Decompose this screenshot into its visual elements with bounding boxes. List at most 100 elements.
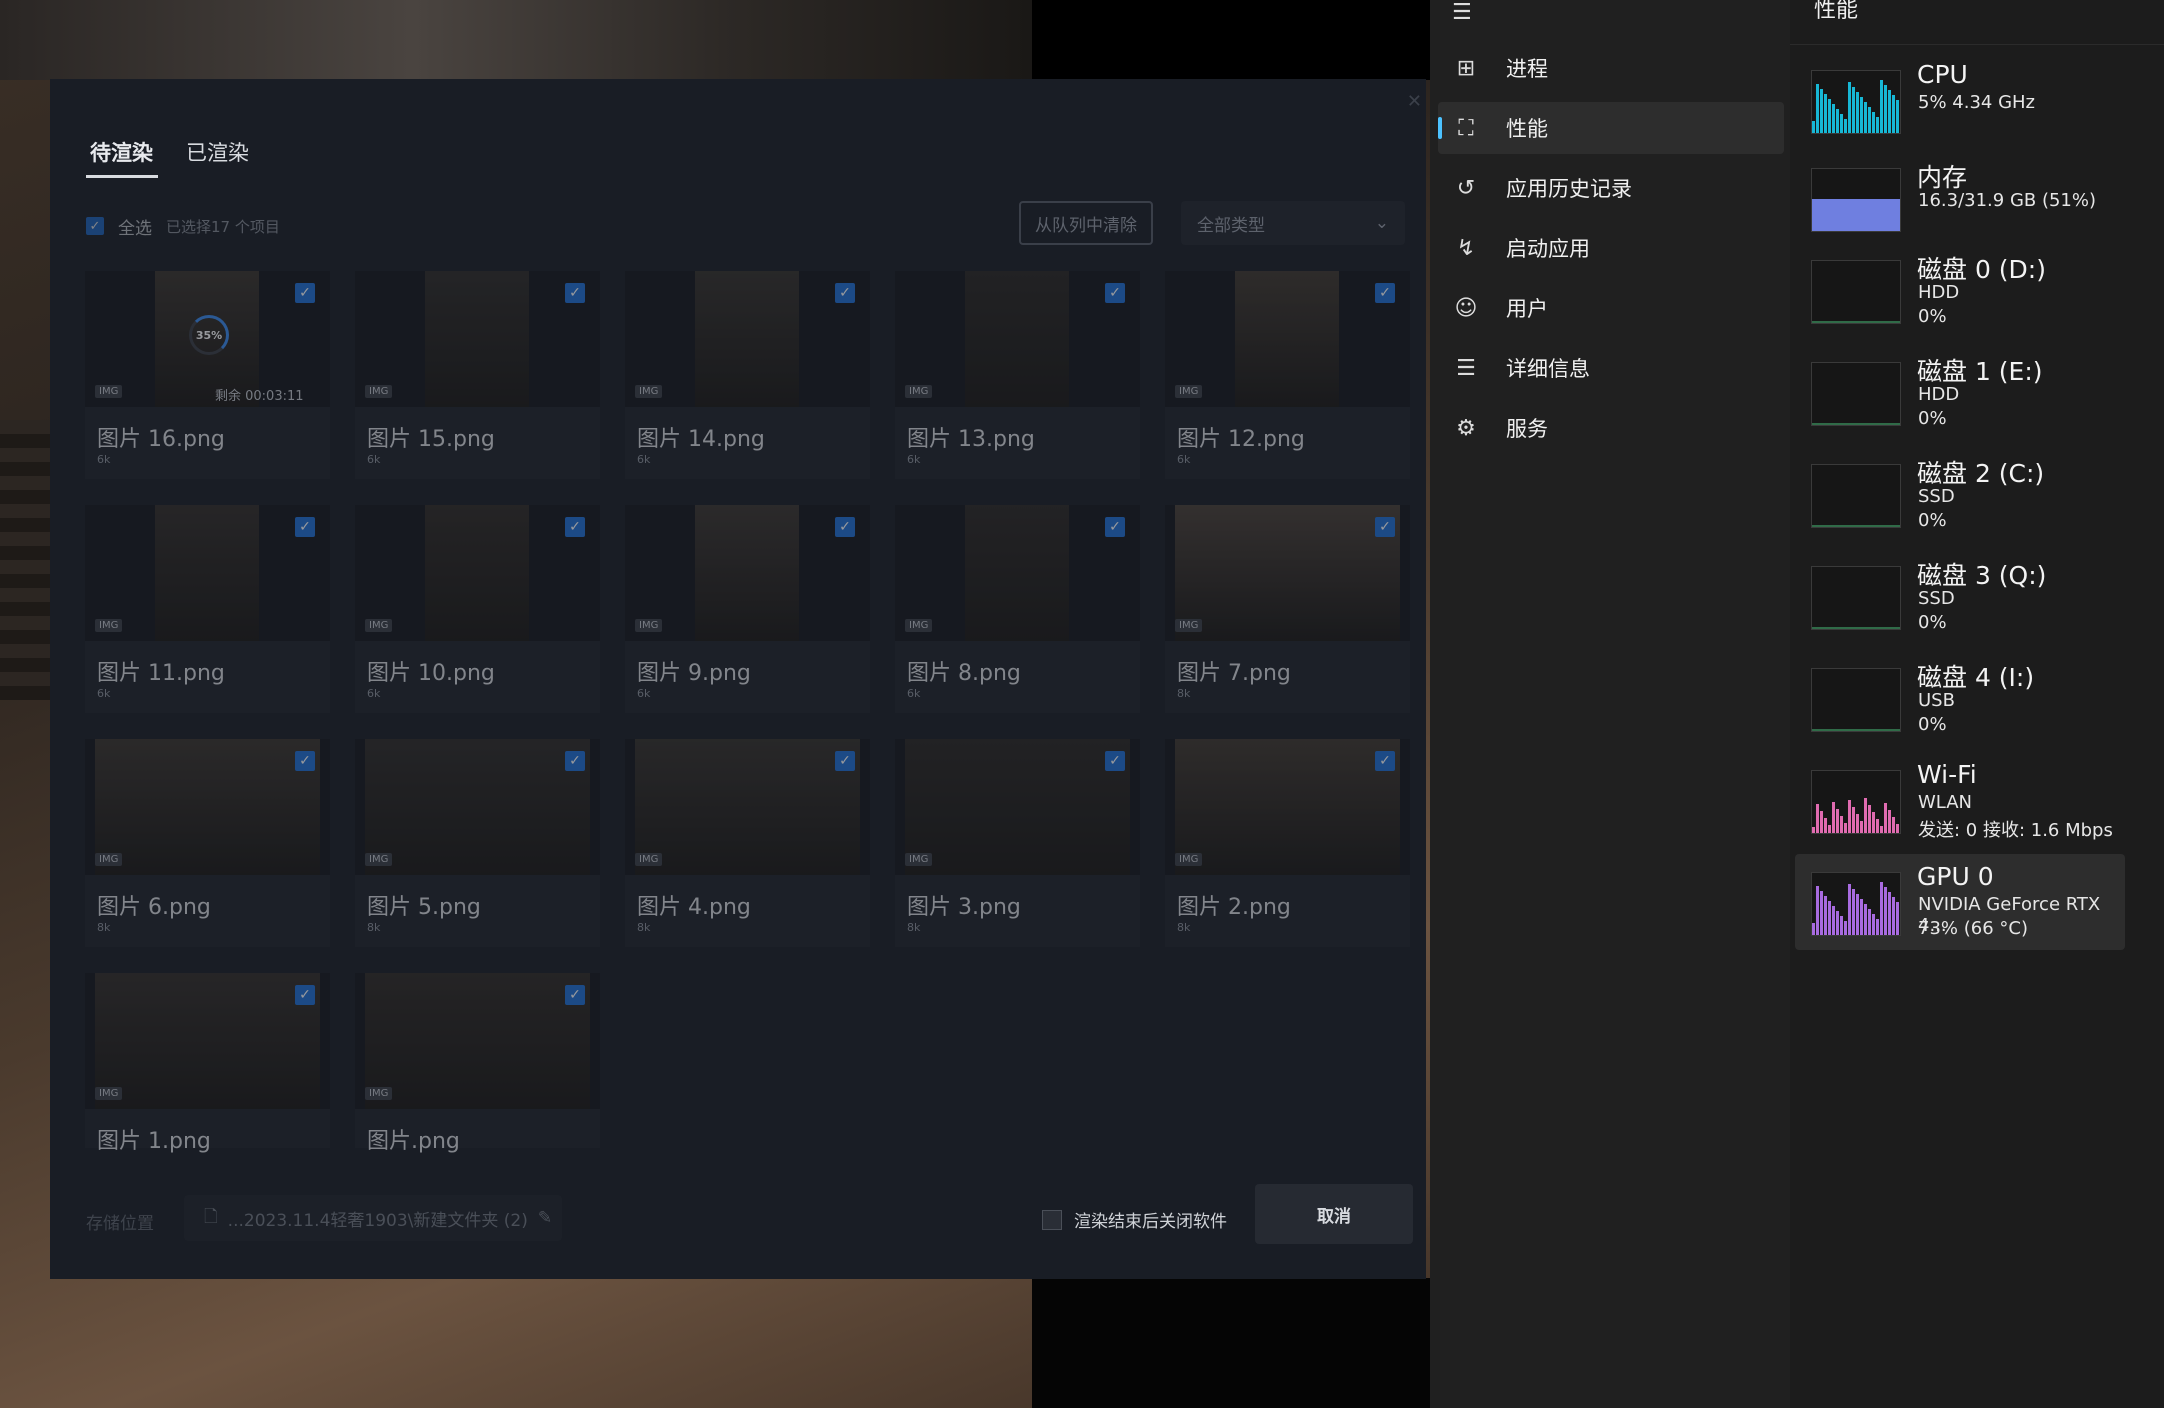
perf-detail: HDD bbox=[1918, 384, 1960, 405]
render-item-card[interactable]: IMG ✓ 图片 4.png 8k bbox=[625, 739, 870, 947]
render-item-card[interactable]: IMG ✓ 图片 8.png 6k bbox=[895, 505, 1140, 713]
perf-item[interactable]: 磁盘 3 (Q:) SSD 0% bbox=[1795, 548, 2125, 644]
graph-frame bbox=[1811, 566, 1901, 630]
close-after-render-checkbox[interactable] bbox=[1042, 1209, 1062, 1230]
item-checkbox[interactable]: ✓ bbox=[835, 751, 855, 771]
item-checkbox[interactable]: ✓ bbox=[1375, 517, 1395, 537]
perf-detail: SSD bbox=[1918, 588, 1955, 609]
render-item-card[interactable]: IMG ✓ 35% 剩余 00:03:11 图片 16.png 6k bbox=[85, 271, 330, 479]
render-item-card[interactable]: IMG ✓ 图片 15.png 6k bbox=[355, 271, 600, 479]
graph-frame bbox=[1811, 168, 1901, 232]
item-checkbox[interactable]: ✓ bbox=[1105, 751, 1125, 771]
item-checkbox[interactable]: ✓ bbox=[1375, 751, 1395, 771]
item-resolution: 8k bbox=[1177, 921, 1191, 934]
type-filter-select[interactable]: 全部类型 ⌄ bbox=[1181, 201, 1405, 245]
render-item-card[interactable]: IMG ✓ 图片 14.png 6k bbox=[625, 271, 870, 479]
item-name: 图片 14.png bbox=[637, 427, 765, 452]
perf-item[interactable]: 内存 16.3/31.9 GB (51%) bbox=[1795, 150, 2125, 246]
render-item-card[interactable]: IMG ✓ 图片 5.png 8k bbox=[355, 739, 600, 947]
history-icon: ↺ bbox=[1456, 175, 1476, 201]
render-item-card[interactable]: IMG ✓ 图片.png bbox=[355, 973, 600, 1154]
clear-queue-button[interactable]: 从队列中清除 bbox=[1019, 201, 1153, 245]
graph-frame bbox=[1811, 464, 1901, 528]
item-checkbox[interactable]: ✓ bbox=[565, 517, 585, 537]
render-item-card[interactable]: IMG ✓ 图片 10.png 6k bbox=[355, 505, 600, 713]
thumbnail-image bbox=[635, 739, 860, 875]
sidebar-item-startup[interactable]: ↯ 启动应用 bbox=[1438, 222, 1784, 274]
perf-name: GPU 0 bbox=[1917, 862, 1994, 891]
sidebar-item-services[interactable]: ⚙ 服务 bbox=[1438, 402, 1784, 454]
item-checkbox[interactable]: ✓ bbox=[565, 985, 585, 1005]
render-item-card[interactable]: IMG ✓ 图片 12.png 6k bbox=[1165, 271, 1410, 479]
render-item-card[interactable]: IMG ✓ 图片 7.png 8k bbox=[1165, 505, 1410, 713]
perf-detail: 5% 4.34 GHz bbox=[1918, 92, 2036, 113]
select-all-checkbox[interactable]: ✓ bbox=[86, 217, 104, 235]
cancel-button[interactable]: 取消 bbox=[1255, 1184, 1413, 1244]
item-checkbox[interactable]: ✓ bbox=[1105, 283, 1125, 303]
graph-frame bbox=[1811, 362, 1901, 426]
graph-frame bbox=[1811, 260, 1901, 324]
graph-frame bbox=[1811, 70, 1901, 134]
item-checkbox[interactable]: ✓ bbox=[835, 517, 855, 537]
perf-item[interactable]: 磁盘 1 (E:) HDD 0% bbox=[1795, 344, 2125, 440]
item-checkbox[interactable]: ✓ bbox=[295, 985, 315, 1005]
item-checkbox[interactable]: ✓ bbox=[1105, 517, 1125, 537]
users-icon: ☺ bbox=[1454, 295, 1478, 321]
thumbnail-image bbox=[965, 271, 1069, 407]
img-badge: IMG bbox=[365, 385, 393, 398]
render-item-card[interactable]: IMG ✓ 图片 2.png 8k bbox=[1165, 739, 1410, 947]
perf-item[interactable]: GPU 0 NVIDIA GeForce RTX 4... 73% (66 °C) bbox=[1795, 854, 2125, 950]
item-resolution: 8k bbox=[367, 921, 381, 934]
perf-detail: SSD bbox=[1918, 486, 1955, 507]
close-icon[interactable]: ✕ bbox=[1407, 91, 1422, 112]
close-after-render-option[interactable]: 渲染结束后关闭软件 bbox=[1042, 1207, 1227, 1232]
sidebar-item-details[interactable]: ☰ 详细信息 bbox=[1438, 342, 1784, 394]
img-badge: IMG bbox=[365, 619, 393, 632]
render-item-card[interactable]: IMG ✓ 图片 9.png 6k bbox=[625, 505, 870, 713]
render-thumbnail: IMG ✓ bbox=[895, 271, 1140, 407]
render-item-card[interactable]: IMG ✓ 图片 1.png bbox=[85, 973, 330, 1154]
item-checkbox[interactable]: ✓ bbox=[565, 751, 585, 771]
render-item-card[interactable]: IMG ✓ 图片 13.png 6k bbox=[895, 271, 1140, 479]
tab-rendered[interactable]: 已渲染 bbox=[186, 137, 249, 167]
img-badge: IMG bbox=[365, 853, 393, 866]
item-checkbox[interactable]: ✓ bbox=[295, 517, 315, 537]
render-thumbnail: IMG ✓ bbox=[355, 271, 600, 407]
sidebar-item-performance[interactable]: ⛶ 性能 bbox=[1438, 102, 1784, 154]
storage-path-field[interactable]: 🗋 ...2023.11.4轻奢1903\新建文件夹 (2) ✎ bbox=[184, 1195, 562, 1241]
perf-item[interactable]: 磁盘 2 (C:) SSD 0% bbox=[1795, 446, 2125, 542]
perf-item[interactable]: CPU 5% 4.34 GHz bbox=[1795, 52, 2125, 148]
sidebar-item-label: 服务 bbox=[1506, 417, 1548, 441]
render-thumbnail: IMG ✓ bbox=[355, 739, 600, 875]
close-after-render-label: 渲染结束后关闭软件 bbox=[1074, 1212, 1227, 1232]
select-all-label[interactable]: 全选 bbox=[118, 214, 152, 239]
item-name: 图片 5.png bbox=[367, 895, 481, 920]
progress-ring: 35% bbox=[189, 315, 229, 355]
perf-detail: USB bbox=[1918, 690, 1955, 711]
item-checkbox[interactable]: ✓ bbox=[835, 283, 855, 303]
hamburger-icon[interactable]: ☰ bbox=[1452, 0, 1472, 25]
render-item-card[interactable]: IMG ✓ 图片 3.png 8k bbox=[895, 739, 1140, 947]
img-badge: IMG bbox=[95, 619, 123, 632]
perf-value: 0% bbox=[1918, 510, 1947, 531]
sidebar-item-label: 性能 bbox=[1506, 117, 1548, 141]
sidebar-item-users[interactable]: ☺ 用户 bbox=[1438, 282, 1784, 334]
perf-item[interactable]: 磁盘 4 (I:) USB 0% bbox=[1795, 650, 2125, 746]
item-checkbox[interactable]: ✓ bbox=[295, 283, 315, 303]
sidebar-item-history[interactable]: ↺ 应用历史记录 bbox=[1438, 162, 1784, 214]
active-tab-indicator bbox=[86, 175, 158, 178]
item-checkbox[interactable]: ✓ bbox=[565, 283, 585, 303]
item-checkbox[interactable]: ✓ bbox=[1375, 283, 1395, 303]
render-item-card[interactable]: IMG ✓ 图片 11.png 6k bbox=[85, 505, 330, 713]
render-item-card[interactable]: IMG ✓ 图片 6.png 8k bbox=[85, 739, 330, 947]
sidebar-item-processes[interactable]: ⊞ 进程 bbox=[1438, 42, 1784, 94]
services-icon: ⚙ bbox=[1456, 415, 1476, 441]
background-top-photo bbox=[0, 0, 1032, 80]
edit-pencil-icon[interactable]: ✎ bbox=[538, 1208, 552, 1228]
perf-item[interactable]: 磁盘 0 (D:) HDD 0% bbox=[1795, 242, 2125, 338]
item-checkbox[interactable]: ✓ bbox=[295, 751, 315, 771]
perf-name: 磁盘 0 (D:) bbox=[1917, 255, 2046, 284]
render-thumbnail: IMG ✓ bbox=[85, 505, 330, 641]
tab-pending[interactable]: 待渲染 bbox=[90, 137, 153, 167]
perf-item[interactable]: Wi-Fi WLAN 发送: 0 接收: 1.6 Mbps bbox=[1795, 752, 2125, 848]
